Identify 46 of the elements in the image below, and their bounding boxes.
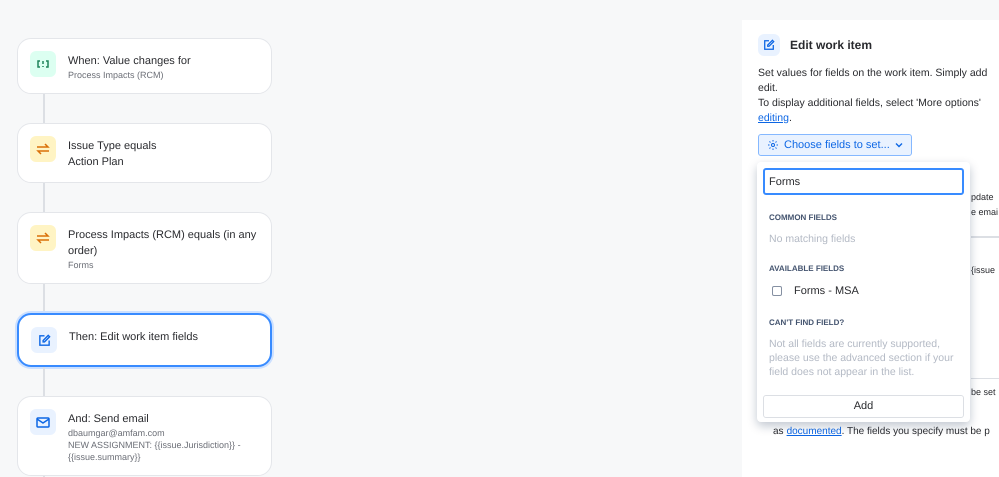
description-text: Set values for fields on the work item. Simply add xyxy=(758,66,988,81)
flow-step-card[interactable]: Process Impacts (RCM) equals (in any order) Forms xyxy=(17,212,272,284)
footer-text: . The fields you specify must be p xyxy=(842,425,990,439)
step-detail: dbaumgar@amfam.com xyxy=(68,427,166,439)
step-detail: Process Impacts (RCM) xyxy=(68,69,165,81)
section-heading: AVAILABLE FIELDS xyxy=(769,263,846,275)
step-detail: NEW ASSIGNMENT: {{issue.Jurisdiction}} - {{issue.summary}} xyxy=(68,439,242,463)
step-title: And: Send email xyxy=(68,412,150,427)
step-title: Issue Type equals xyxy=(68,139,156,154)
footer-text: as xyxy=(773,425,784,439)
search-field[interactable]: Forms xyxy=(763,168,964,195)
edit-icon xyxy=(31,327,57,353)
covered-text: pdate xyxy=(971,191,995,204)
choose-fields-button[interactable]: Choose fields to set... xyxy=(758,134,912,156)
swap-arrows-icon xyxy=(30,136,56,162)
editing-link[interactable]: editing xyxy=(758,111,789,126)
covered-text: e emai xyxy=(971,206,999,219)
panel-title: Edit work item xyxy=(790,37,872,54)
covered-text: be set xyxy=(971,386,997,399)
description-text: To display additional fields, select 'More options' xyxy=(758,96,982,111)
step-title: Process Impacts (RCM) equals (in any order) xyxy=(68,228,258,259)
chevron-down-icon xyxy=(894,142,903,148)
covered-text: {issue xyxy=(971,264,996,277)
description-text: edit. xyxy=(758,81,779,96)
flow-step-card[interactable]: When: Value changes for Process Impacts (RCM) xyxy=(17,38,272,94)
section-heading: CAN'T FIND FIELD? xyxy=(769,316,846,328)
step-title: When: Value changes for xyxy=(68,54,191,69)
empty-message: Not all fields are currently supported, please use the advanced section if your field does not appear in the list. xyxy=(769,336,954,378)
section-heading: COMMON FIELDS xyxy=(769,212,838,224)
swap-arrows-icon xyxy=(30,225,56,251)
flow-step-card[interactable]: And: Send email dbaumgar@amfam.com NEW ASSIGNMENT: {{issue.Jurisdiction}} - {{issue.summary}} xyxy=(17,396,272,476)
empty-message: No matching fields xyxy=(769,232,856,246)
step-detail: Forms xyxy=(68,259,94,271)
option-label[interactable]: Forms - MSA xyxy=(794,283,859,300)
envelope-icon xyxy=(30,409,56,435)
flow-step-card[interactable]: Issue Type equals Action Plan xyxy=(17,123,272,183)
documented-link[interactable]: documented xyxy=(786,424,842,439)
punctuation-text: . xyxy=(788,111,792,126)
step-title: Then: Edit work item fields xyxy=(69,330,198,345)
step-title: Action Plan xyxy=(68,155,125,170)
checkbox[interactable] xyxy=(772,286,782,296)
edit-icon xyxy=(758,34,780,56)
trigger-icon xyxy=(30,51,56,77)
flow-step-card[interactable]: Then: Edit work item fields xyxy=(17,313,272,367)
settings-icon xyxy=(767,139,779,151)
add-button[interactable]: Add xyxy=(763,394,964,418)
